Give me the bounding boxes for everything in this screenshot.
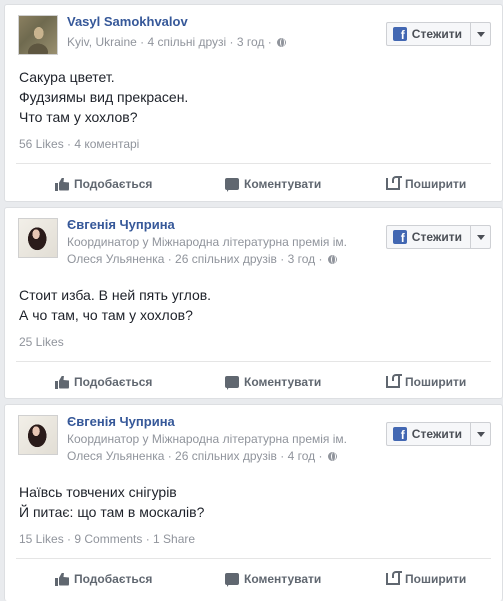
- share-label: Поширити: [405, 177, 467, 191]
- share-icon: [386, 571, 402, 585]
- thumbs-up-icon: [55, 178, 69, 191]
- post-text: Сакура цветет. Фудзиямы вид прекрасен. Ч…: [19, 67, 188, 127]
- thumbs-up-icon: [55, 573, 69, 586]
- share-icon: [386, 374, 402, 388]
- action-bar: Подобається Коментувати Поширити: [16, 361, 491, 401]
- follow-dropdown[interactable]: [470, 23, 490, 45]
- post-text-line: Что там у хохлов?: [19, 109, 138, 125]
- follow-dropdown[interactable]: [470, 226, 490, 248]
- share-button[interactable]: Поширити: [386, 176, 467, 191]
- post-stats[interactable]: 15 Likes · 9 Comments · 1 Share: [19, 532, 195, 546]
- globe-icon: [277, 38, 287, 47]
- author-name[interactable]: Євгенія Чуприна: [67, 414, 175, 429]
- share-button[interactable]: Поширити: [386, 374, 467, 389]
- comment-button[interactable]: Коментувати: [225, 177, 322, 192]
- author-avatar[interactable]: [18, 218, 58, 258]
- comment-label: Коментувати: [244, 177, 322, 191]
- post-text-line: Наївсь товчених снігурів: [19, 484, 177, 500]
- post-text-line: Стоит изба. В ней пять углов.: [19, 287, 212, 303]
- author-avatar[interactable]: [18, 415, 58, 455]
- post-text-line: Фудзиямы вид прекрасен.: [19, 89, 189, 105]
- like-label: Подобається: [74, 375, 153, 389]
- thumbs-up-icon: [55, 376, 69, 389]
- action-bar: Подобається Коментувати Поширити: [16, 558, 491, 598]
- author-job[interactable]: Координатор у Міжнародна літературна пре…: [67, 235, 347, 249]
- facebook-icon: f: [392, 427, 407, 441]
- like-label: Подобається: [74, 572, 153, 586]
- share-label: Поширити: [405, 572, 467, 586]
- follow-main[interactable]: f Стежити: [387, 23, 470, 45]
- follow-button[interactable]: f Стежити: [385, 422, 491, 446]
- chevron-down-icon: [476, 31, 485, 37]
- chevron-down-icon: [476, 234, 485, 240]
- follow-label: Стежити: [411, 27, 462, 41]
- comment-label: Коментувати: [244, 572, 322, 586]
- like-label: Подобається: [74, 177, 153, 191]
- facebook-icon: f: [392, 230, 407, 244]
- follow-label: Стежити: [411, 427, 462, 441]
- chevron-down-icon: [476, 431, 485, 437]
- post-stats[interactable]: 56 Likes · 4 коментарі: [19, 137, 139, 151]
- action-bar: Подобається Коментувати Поширити: [16, 163, 491, 203]
- post-text-line: Й питає: що там в москалів?: [19, 504, 205, 520]
- author-job[interactable]: Координатор у Міжнародна літературна пре…: [67, 432, 347, 446]
- follow-label: Стежити: [411, 230, 462, 244]
- globe-icon: [327, 452, 337, 461]
- post-text: Стоит изба. В ней пять углов. А чо там, …: [19, 285, 211, 325]
- share-icon: [386, 176, 402, 190]
- post-header: Vasyl Samokhvalov Kyiv, Ukraine · 4 спіл…: [5, 5, 502, 59]
- follow-button[interactable]: f Стежити: [385, 225, 491, 249]
- share-label: Поширити: [405, 375, 467, 389]
- author-avatar[interactable]: [18, 15, 58, 55]
- follow-main[interactable]: f Стежити: [387, 423, 470, 445]
- comment-icon: [225, 178, 239, 192]
- post-header: Євгенія Чуприна Координатор у Міжнародна…: [5, 405, 502, 463]
- comment-icon: [225, 573, 239, 587]
- comment-label: Коментувати: [244, 375, 322, 389]
- post-stats[interactable]: 25 Likes: [19, 335, 64, 349]
- comment-button[interactable]: Коментувати: [225, 375, 322, 390]
- post-meta: Олеся Ульяненка · 26 спільних друзів · 3…: [67, 252, 337, 266]
- facebook-icon: f: [392, 27, 407, 41]
- globe-icon: [327, 255, 337, 264]
- post-meta-text: Олеся Ульяненка · 26 спільних друзів · 3…: [67, 252, 323, 266]
- follow-dropdown[interactable]: [470, 423, 490, 445]
- post-card: Євгенія Чуприна Координатор у Міжнародна…: [4, 404, 503, 601]
- comment-icon: [225, 376, 239, 390]
- like-button[interactable]: Подобається: [55, 375, 152, 389]
- post-meta: Олеся Ульяненка · 26 спільних друзів · 4…: [67, 449, 337, 463]
- post-header: Євгенія Чуприна Координатор у Міжнародна…: [5, 208, 502, 266]
- post-text-line: А чо там, чо там у хохлов?: [19, 307, 193, 323]
- author-name[interactable]: Євгенія Чуприна: [67, 217, 175, 232]
- post-card: Vasyl Samokhvalov Kyiv, Ukraine · 4 спіл…: [4, 4, 503, 202]
- post-text-line: Сакура цветет.: [19, 69, 115, 85]
- post-meta-text: Олеся Ульяненка · 26 спільних друзів · 4…: [67, 449, 323, 463]
- share-button[interactable]: Поширити: [386, 571, 467, 586]
- post-meta-text: Kyiv, Ukraine · 4 спільні друзі · 3 год …: [67, 35, 272, 49]
- post-meta: Kyiv, Ukraine · 4 спільні друзі · 3 год …: [67, 35, 287, 49]
- follow-main[interactable]: f Стежити: [387, 226, 470, 248]
- author-name[interactable]: Vasyl Samokhvalov: [67, 14, 188, 29]
- comment-button[interactable]: Коментувати: [225, 572, 322, 587]
- post-card: Євгенія Чуприна Координатор у Міжнародна…: [4, 207, 503, 399]
- like-button[interactable]: Подобається: [55, 177, 152, 191]
- post-text: Наївсь товчених снігурів Й питає: що там…: [19, 482, 204, 522]
- follow-button[interactable]: f Стежити: [385, 22, 491, 46]
- like-button[interactable]: Подобається: [55, 572, 152, 586]
